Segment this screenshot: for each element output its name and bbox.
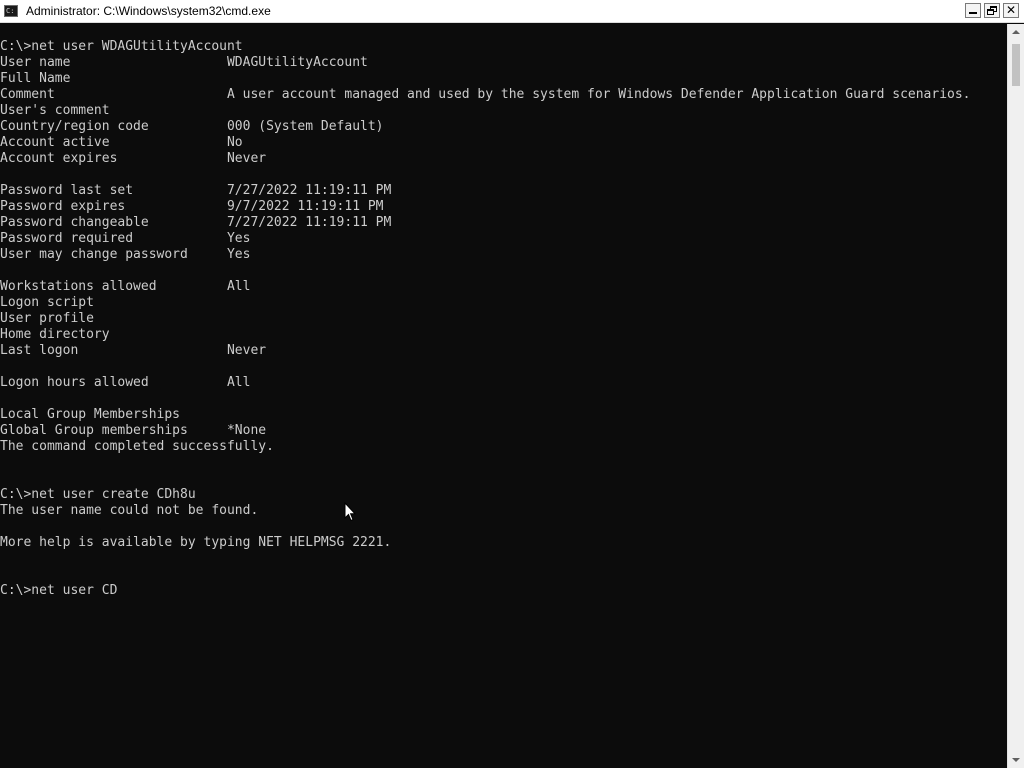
console-line: User's comment xyxy=(0,103,110,118)
console-line: Logon script xyxy=(0,295,94,310)
console-line: Global Group memberships *None xyxy=(0,423,267,438)
cmd-window: C: Administrator: C:\Windows\system32\cm… xyxy=(0,0,1024,768)
console-line: Last logon Never xyxy=(0,343,267,358)
console-line: More help is available by typing NET HEL… xyxy=(0,535,392,550)
console-line: Home directory xyxy=(0,327,110,342)
scroll-down-button[interactable] xyxy=(1008,751,1024,768)
title-bar[interactable]: C: Administrator: C:\Windows\system32\cm… xyxy=(0,0,1024,23)
console-line: User name WDAGUtilityAccount xyxy=(0,55,368,70)
close-button[interactable]: ✕ xyxy=(1003,3,1019,18)
console-line: Logon hours allowed All xyxy=(0,375,251,390)
console-line: User profile xyxy=(0,311,94,326)
scroll-down-arrow-icon xyxy=(1012,758,1020,762)
console-line: C:\>net user create CDh8u xyxy=(0,487,196,502)
console-line: The command completed successfully. xyxy=(0,439,274,454)
scroll-thumb[interactable] xyxy=(1012,44,1020,86)
cmd-icon[interactable]: C: xyxy=(4,5,18,17)
console-line: C:\>net user CD xyxy=(0,583,118,598)
minimize-button[interactable] xyxy=(965,3,981,18)
console-line: Full Name xyxy=(0,71,71,86)
console-line: Account active No xyxy=(0,135,243,150)
minimize-icon xyxy=(969,12,977,14)
console-line: User may change password Yes xyxy=(0,247,251,262)
scroll-up-arrow-icon xyxy=(1012,30,1020,34)
console-line: Local Group Memberships xyxy=(0,407,181,422)
console-line: Workstations allowed All xyxy=(0,279,251,294)
scroll-up-button[interactable] xyxy=(1008,24,1024,41)
console-line: Password last set 7/27/2022 11:19:11 PM xyxy=(0,183,392,198)
window-title: Administrator: C:\Windows\system32\cmd.e… xyxy=(26,4,271,18)
console-line: Country/region code 000 (System Default) xyxy=(0,119,384,134)
console-output[interactable]: C:\>net user WDAGUtilityAccount User name… xyxy=(0,24,1007,768)
console-line: Account expires Never xyxy=(0,151,267,166)
console-line: Password changeable 7/27/2022 11:19:11 P… xyxy=(0,215,392,230)
console-line: The user name could not be found. xyxy=(0,503,259,518)
console-text: C:\>net user WDAGUtilityAccount User name… xyxy=(0,39,971,599)
console-line: Password expires 9/7/2022 11:19:11 PM xyxy=(0,199,384,214)
vertical-scrollbar[interactable] xyxy=(1007,24,1024,768)
close-icon: ✕ xyxy=(1005,3,1017,17)
restore-button[interactable] xyxy=(984,3,1000,18)
mouse-pointer-icon xyxy=(344,502,356,522)
console-line: C:\>net user WDAGUtilityAccount xyxy=(0,39,243,54)
console-line: Password required Yes xyxy=(0,231,251,246)
console-line: Comment A user account managed and used … xyxy=(0,87,971,102)
